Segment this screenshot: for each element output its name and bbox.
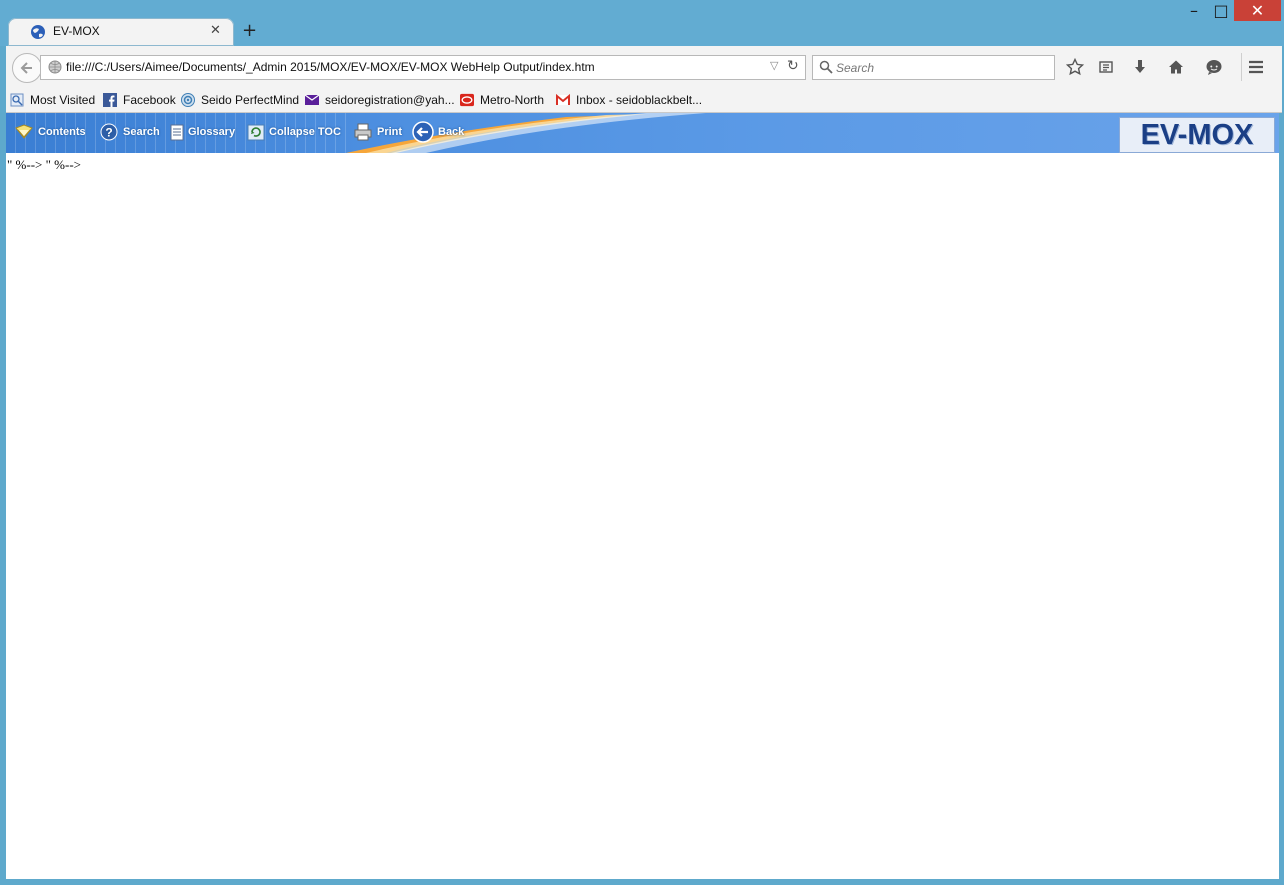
back-help-button[interactable]: Back [412,121,464,143]
close-window-button[interactable]: ✕ [1234,0,1281,21]
most-visited-icon [10,93,24,107]
bookmark-label: Most Visited [30,93,96,107]
close-icon: ✕ [1250,1,1265,20]
chat-icon [1206,60,1222,75]
downloads-button[interactable] [1130,57,1150,77]
bookmark-label: Facebook [123,93,176,107]
globe-icon [48,60,62,74]
menu-button[interactable] [1246,57,1266,77]
glossary-icon [170,124,184,141]
mail-icon [305,94,319,105]
star-icon [1066,58,1084,76]
menu-icon [1249,60,1263,74]
collapse-toc-icon [247,124,265,141]
bookmark-label: Seido PerfectMind [201,93,300,107]
reload-icon[interactable]: ↻ [787,58,799,74]
bookmark-seido-perfectmind[interactable]: Seido PerfectMind [181,92,299,108]
metro-north-icon [460,93,474,107]
tab-close-icon[interactable]: ✕ [210,23,221,38]
logo-text: EV-MOX [1140,118,1254,151]
maximize-button[interactable]: □ [1208,0,1234,21]
reading-list-button[interactable] [1096,57,1116,77]
glossary-label: Glossary [188,126,236,138]
bookmarks-toolbar: Most Visited Facebook Seido PerfectMind … [6,88,1282,113]
bookmark-seidoregistration[interactable]: seidoregistration@yah... [305,92,455,108]
page-content: Contents ? Search Glossary Collapse TOC … [6,113,1279,879]
contents-label: Contents [38,126,86,138]
minimize-icon: – [1190,1,1198,20]
back-button[interactable] [12,53,42,83]
home-button[interactable] [1166,57,1186,77]
search-help-icon: ? [100,123,118,141]
search-icon [819,60,833,74]
bookmark-label: seidoregistration@yah... [325,93,455,107]
browser-tab[interactable]: EV-MOX ✕ [8,18,234,46]
svg-text:?: ? [105,126,112,140]
toolbar-separator [1241,53,1242,81]
facebook-icon [103,93,117,107]
ev-mox-logo: EV-MOX [1119,117,1275,153]
dropdown-icon[interactable]: ▽ [770,59,778,72]
page-body-text: " %--> " %--> [7,157,82,172]
search-help-button[interactable]: ? Search [99,121,160,143]
bookmark-label: Metro-North [480,93,545,107]
bookmark-gmail-inbox[interactable]: Inbox - seidoblackbelt... [556,92,702,108]
minimize-button[interactable]: – [1182,0,1206,21]
webhelp-toolbar: Contents ? Search Glossary Collapse TOC … [6,113,1279,153]
collapse-toc-button[interactable]: Collapse TOC [247,121,341,143]
bookmark-facebook[interactable]: Facebook [103,92,176,108]
back-help-label: Back [438,126,465,138]
download-icon [1135,60,1145,73]
gmail-icon [556,93,570,105]
search-input[interactable]: Search [836,61,874,75]
back-icon [412,121,434,143]
perfectmind-icon [181,93,195,107]
contents-icon [15,124,33,139]
contents-button[interactable]: Contents [14,121,86,143]
globe-favicon-icon [31,25,45,39]
bookmark-label: Inbox - seidoblackbelt... [576,93,703,107]
bookmark-star-button[interactable] [1065,57,1085,77]
bookmark-metro-north[interactable]: Metro-North [460,92,544,108]
home-icon [1169,60,1183,74]
search-bar[interactable]: Search [812,55,1055,80]
new-tab-button[interactable]: + [242,20,257,41]
glossary-button[interactable]: Glossary [170,121,235,143]
search-help-label: Search [123,126,160,138]
print-label: Print [377,126,403,138]
bookmark-most-visited[interactable]: Most Visited [10,92,95,108]
url-text[interactable]: file:///C:/Users/Aimee/Documents/_Admin … [66,60,595,74]
back-arrow-icon [20,62,32,74]
print-icon [354,123,372,141]
tab-title: EV-MOX [53,24,100,38]
collapse-toc-label: Collapse TOC [269,126,341,138]
url-bar[interactable]: file:///C:/Users/Aimee/Documents/_Admin … [40,55,806,80]
navigation-toolbar: file:///C:/Users/Aimee/Documents/_Admin … [6,46,1282,88]
chat-button[interactable] [1204,57,1224,77]
reading-list-icon [1099,61,1113,73]
maximize-icon: □ [1213,1,1229,20]
print-button[interactable]: Print [353,121,402,143]
